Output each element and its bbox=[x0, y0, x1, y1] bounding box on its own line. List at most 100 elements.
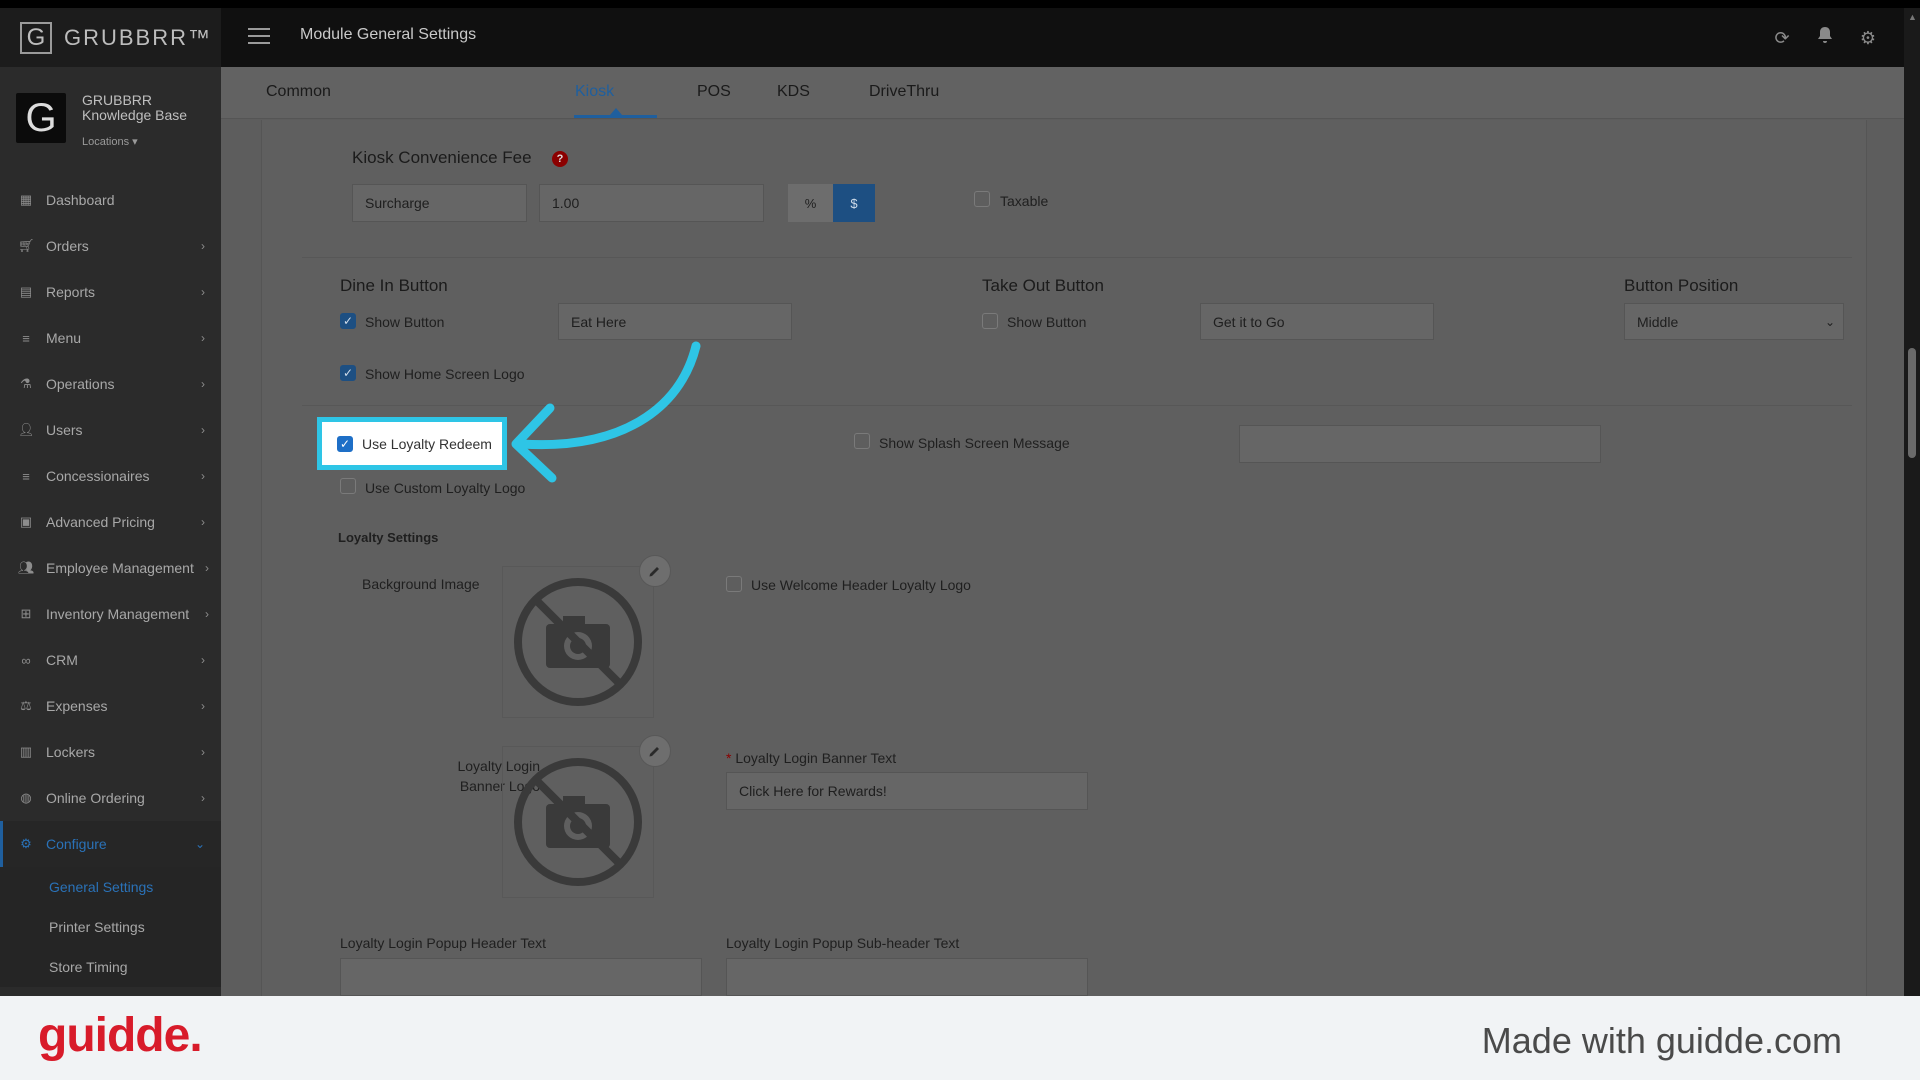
sidebar-item-configure[interactable]: ⚙ Configure ⌄ bbox=[0, 821, 221, 867]
banner-text-label: * Loyalty Login Banner Text bbox=[726, 750, 896, 766]
sidebar-item-dashboard[interactable]: ▦ Dashboard bbox=[0, 177, 221, 223]
sidebar-item-label: Orders bbox=[46, 238, 89, 254]
banner-text-input[interactable]: Click Here for Rewards! bbox=[726, 772, 1088, 810]
group-icon: 👥︎ bbox=[18, 560, 35, 575]
menu-list-icon: ≡ bbox=[22, 330, 30, 346]
sidebar-item-concessionaires[interactable]: ≡ Concessionaires › bbox=[0, 453, 221, 499]
loyalty-settings-title: Loyalty Settings bbox=[338, 530, 439, 545]
percent-toggle-button[interactable]: % bbox=[788, 184, 833, 222]
take-out-show-checkbox[interactable] bbox=[982, 313, 998, 329]
dollar-toggle-button[interactable]: $ bbox=[833, 184, 875, 222]
sidebar-item-employee-management[interactable]: 👥︎ Employee Management › bbox=[0, 545, 221, 591]
sidebar-item-expenses[interactable]: ⚖ Expenses › bbox=[0, 683, 221, 729]
use-loyalty-redeem-highlight[interactable]: ✓ Use Loyalty Redeem bbox=[317, 417, 507, 470]
pencil-icon bbox=[649, 567, 659, 577]
top-strip bbox=[0, 0, 1920, 8]
background-image-placeholder[interactable] bbox=[502, 566, 654, 718]
sidebar-item-online-ordering[interactable]: ◍ Online Ordering › bbox=[0, 775, 221, 821]
convenience-fee-title: Kiosk Convenience Fee bbox=[352, 148, 532, 167]
banner-logo-placeholder[interactable] bbox=[502, 746, 654, 898]
brand-block: G bbox=[16, 93, 66, 143]
take-out-text-input[interactable]: Get it to Go bbox=[1200, 303, 1434, 340]
help-icon[interactable]: ? bbox=[552, 151, 568, 167]
main-content: Common Kiosk POS KDS DriveThru Kiosk Con… bbox=[221, 67, 1904, 996]
no-image-icon bbox=[514, 758, 642, 886]
chevron-down-icon: ⌄ bbox=[1824, 314, 1835, 329]
taxable-label: Taxable bbox=[1000, 193, 1049, 209]
sidebar-item-crm[interactable]: ∞ CRM › bbox=[0, 637, 221, 683]
button-position-title: Button Position bbox=[1624, 276, 1739, 295]
sidebar-item-reports[interactable]: ▤ Reports › bbox=[0, 269, 221, 315]
no-image-icon bbox=[514, 578, 642, 706]
made-with-text: Made with guidde.com bbox=[1481, 1020, 1842, 1061]
required-marker: * bbox=[726, 750, 732, 766]
background-image-label: Background Image bbox=[362, 576, 480, 592]
sidebar-subitem-store-timing[interactable]: Store Timing bbox=[0, 947, 221, 987]
cog-icon: ⚙ bbox=[20, 836, 32, 851]
scrollbar-thumb[interactable] bbox=[1908, 348, 1916, 458]
sidebar-item-label: Dashboard bbox=[46, 192, 115, 208]
popup-header-input[interactable] bbox=[340, 958, 702, 996]
chevron-right-icon: › bbox=[201, 791, 205, 805]
chevron-right-icon: › bbox=[201, 653, 205, 667]
sidebar-item-menu[interactable]: ≡ Menu › bbox=[0, 315, 221, 361]
scroll-up-icon[interactable]: ▲ bbox=[1908, 12, 1917, 22]
chevron-right-icon: › bbox=[201, 239, 205, 253]
vertical-scrollbar[interactable]: ▲ bbox=[1904, 8, 1920, 996]
sidebar-item-users[interactable]: 👤︎ Users › bbox=[0, 407, 221, 453]
report-icon: ▤ bbox=[19, 284, 33, 299]
sidebar: G GRUBBRR Knowledge Base Locations ▾ ▦ Da… bbox=[0, 67, 221, 996]
chevron-right-icon: › bbox=[201, 515, 205, 529]
button-position-select[interactable]: Middle ⌄ bbox=[1624, 303, 1844, 340]
button-position-value: Middle bbox=[1637, 313, 1679, 330]
popup-subheader-input[interactable] bbox=[726, 958, 1088, 996]
taxable-checkbox[interactable] bbox=[974, 191, 990, 207]
app-logo[interactable]: G GRUBBRR™ bbox=[0, 8, 221, 67]
chevron-right-icon: › bbox=[201, 745, 205, 759]
guidde-logo[interactable]: guidde. bbox=[38, 1008, 203, 1063]
use-loyalty-redeem-checkbox[interactable]: ✓ bbox=[337, 435, 353, 452]
sidebar-item-label: Inventory Management bbox=[46, 606, 190, 622]
tab-kiosk[interactable]: Kiosk bbox=[575, 83, 614, 101]
hamburger-icon[interactable] bbox=[248, 28, 270, 46]
sidebar-item-label: Advanced Pricing bbox=[46, 514, 155, 530]
sidebar-item-operations[interactable]: ⚗ Operations › bbox=[0, 361, 221, 407]
tab-common[interactable]: Common bbox=[266, 83, 331, 101]
sidebar-item-inventory-management[interactable]: ⊞ Inventory Management › bbox=[0, 591, 221, 637]
dine-in-show-checkbox[interactable]: ✓ bbox=[340, 313, 356, 329]
gear-icon[interactable]: ⚙ bbox=[1856, 26, 1880, 50]
sidebar-item-orders[interactable]: 🛒︎ Orders › bbox=[0, 223, 221, 269]
use-custom-logo-checkbox[interactable] bbox=[340, 478, 356, 494]
module-tabs: Common Kiosk POS KDS DriveThru bbox=[221, 67, 1904, 119]
brand-name-line2: Knowledge Base bbox=[82, 107, 188, 123]
fee-name-input[interactable]: Surcharge bbox=[352, 184, 527, 222]
splash-message-input[interactable] bbox=[1239, 425, 1601, 463]
guidde-footer: guidde. Made with guidde.com bbox=[0, 996, 1920, 1080]
sidebar-subitem-general-settings[interactable]: General Settings bbox=[0, 867, 221, 907]
show-splash-label: Show Splash Screen Message bbox=[879, 435, 1070, 451]
tab-kds[interactable]: KDS bbox=[777, 83, 810, 101]
edit-background-image-button[interactable] bbox=[639, 555, 671, 587]
sidebar-item-advanced-pricing[interactable]: ▣ Advanced Pricing › bbox=[0, 499, 221, 545]
use-loyalty-redeem-label: Use Loyalty Redeem bbox=[362, 435, 492, 452]
cart-icon: 🛒︎ bbox=[18, 238, 35, 253]
sidebar-item-label: Reports bbox=[46, 284, 96, 300]
sidebar-subitem-printer-settings[interactable]: Printer Settings bbox=[0, 907, 221, 947]
locations-dropdown[interactable]: Locations ▾ bbox=[82, 135, 138, 148]
bell-icon[interactable] bbox=[1813, 26, 1837, 50]
globe-icon: ◍ bbox=[20, 790, 32, 805]
tab-pos[interactable]: POS bbox=[697, 83, 731, 101]
chevron-down-icon: ⌄ bbox=[194, 837, 205, 851]
sidebar-item-lockers[interactable]: ▥ Lockers › bbox=[0, 729, 221, 775]
tab-drivethru[interactable]: DriveThru bbox=[869, 83, 939, 101]
welcome-header-logo-checkbox[interactable] bbox=[726, 576, 742, 592]
refresh-icon[interactable]: ⟳ bbox=[1770, 26, 1794, 50]
edit-banner-logo-button[interactable] bbox=[639, 735, 671, 767]
sidebar-item-label: Online Ordering bbox=[46, 790, 145, 806]
fee-amount-input[interactable]: 1.00 bbox=[539, 184, 764, 222]
show-home-logo-checkbox[interactable]: ✓ bbox=[340, 365, 356, 381]
list-icon: ≡ bbox=[22, 468, 30, 484]
banner-text-label-text: Loyalty Login Banner Text bbox=[735, 750, 897, 766]
show-splash-checkbox[interactable] bbox=[854, 433, 870, 449]
sidebar-item-label: Expenses bbox=[46, 698, 108, 714]
